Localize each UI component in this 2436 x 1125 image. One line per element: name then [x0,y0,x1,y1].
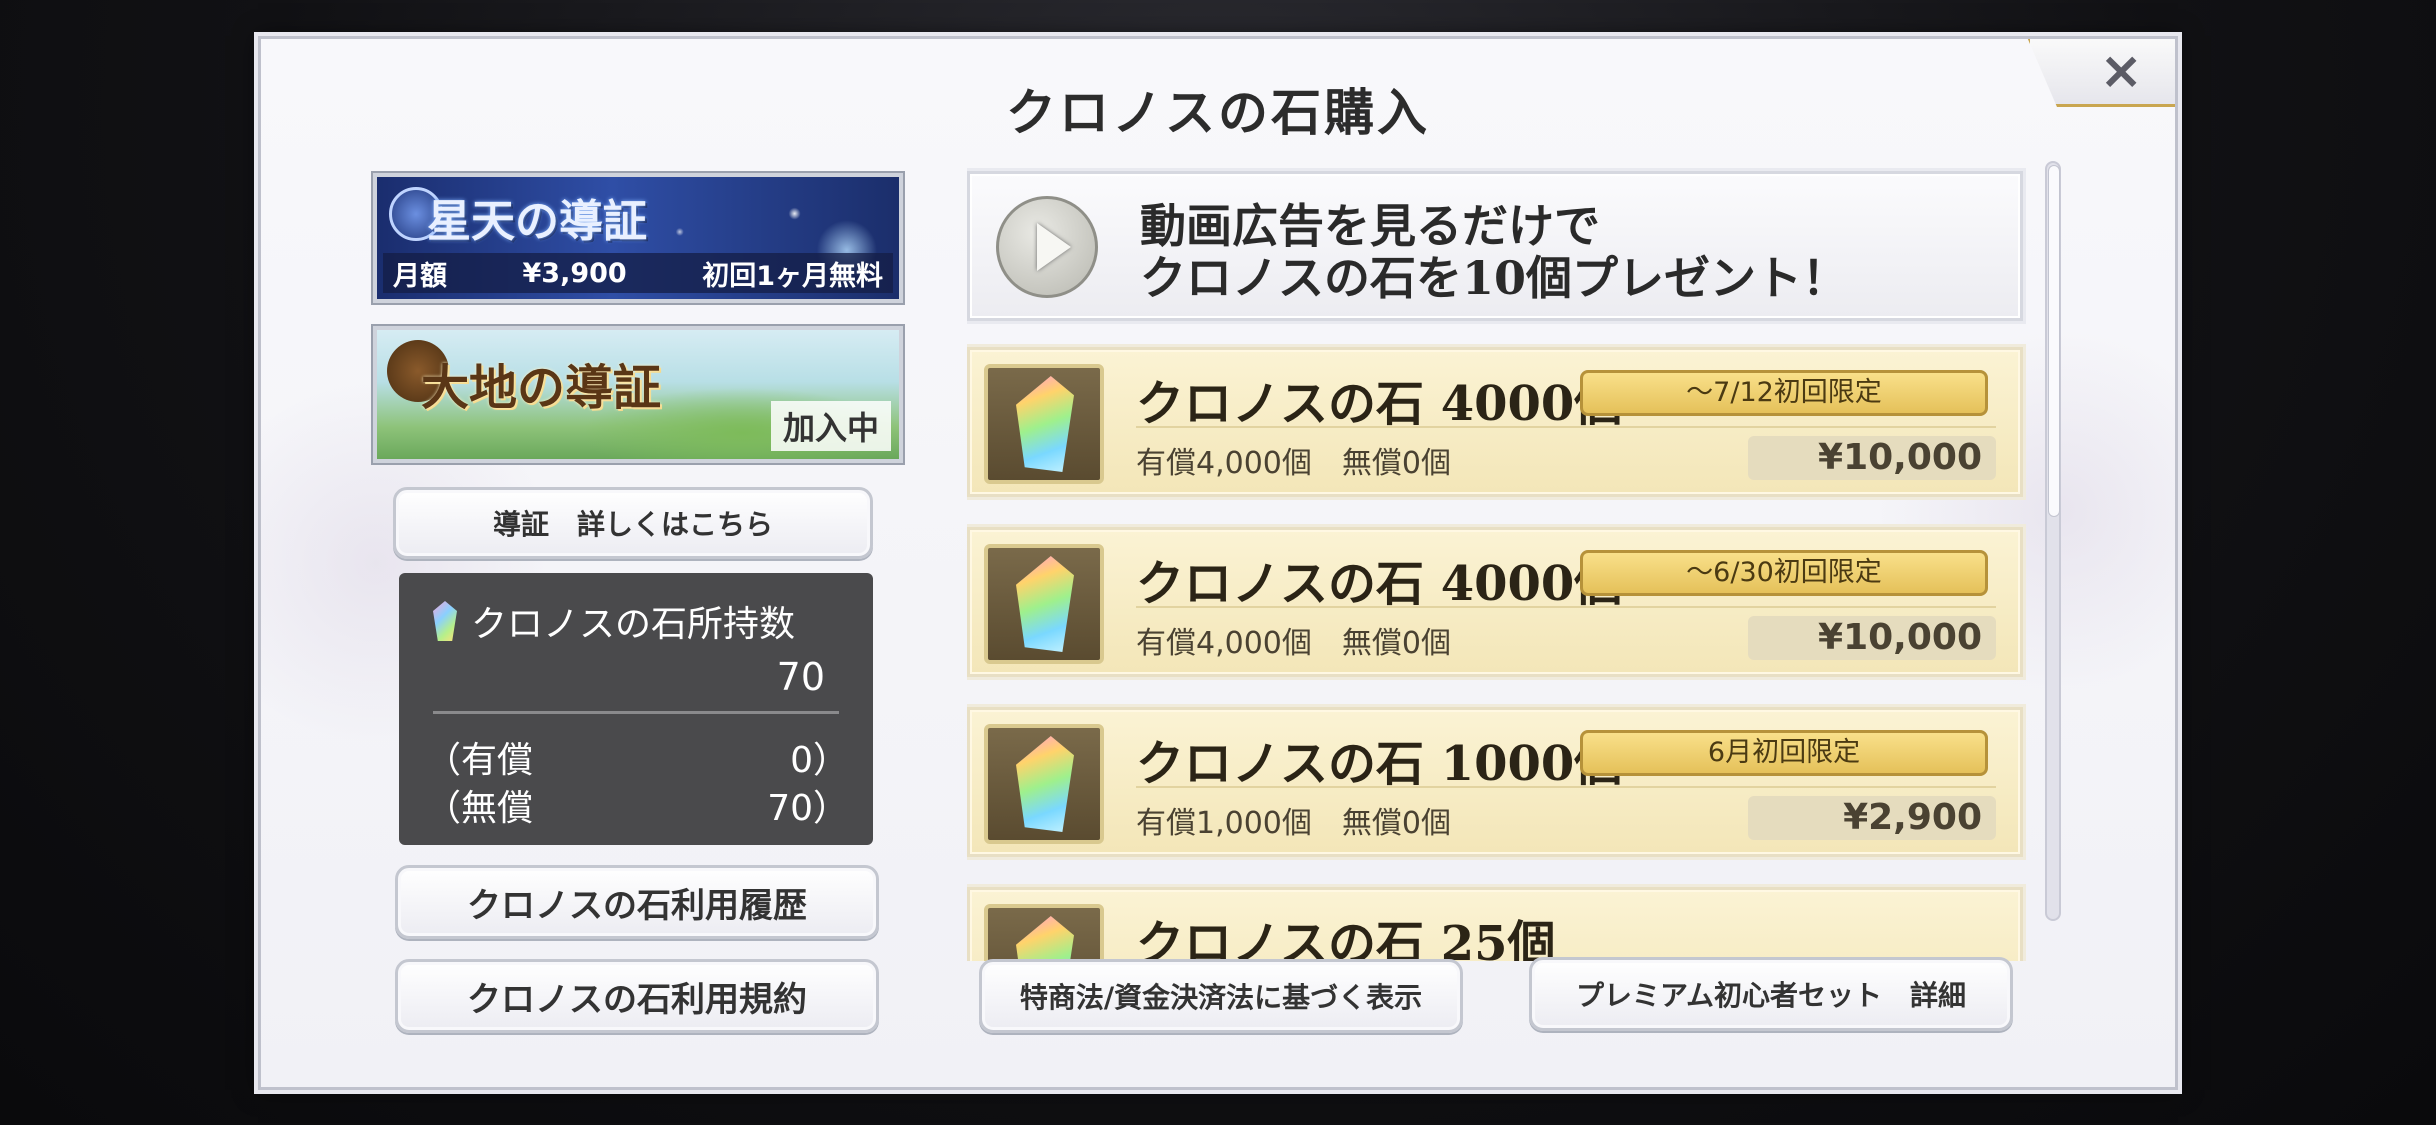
stone-thumbnail [984,904,1104,961]
product-price: ¥10,000 [1748,436,1996,480]
video-ad-card[interactable]: 動画広告を見るだけで クロノスの石を10個プレゼント！ [967,171,2023,321]
usage-history-button[interactable]: クロノスの石利用履歴 [395,865,879,939]
product-item[interactable]: クロノスの石 25個 [967,887,2023,961]
stone-balance-label: クロノスの石所持数 [471,604,796,645]
product-divider [1136,786,1996,788]
crystal-icon [433,601,457,641]
limited-badge: ～7/12初回限定 [1580,370,1988,416]
stone-balance-panel: クロノスの石所持数 70 （有償 0） （無償 70） [399,573,873,845]
product-list[interactable]: 動画広告を見るだけで クロノスの石を10個プレゼント！ クロノスの石 4000個… [967,161,2029,961]
product-breakdown: 有償4,000個 無償0個 [1136,626,1451,661]
earth-pass-banner[interactable]: 大地の導証 加入中 [373,326,903,463]
free-label: （無償 [425,788,534,829]
star-pass-banner[interactable]: 星天の導証 月額 ¥3,900 初回1ヶ月無料 [373,173,903,303]
limited-badge: ～6/30初回限定 [1580,550,1988,596]
pass-details-button[interactable]: 導証 詳しくはこちら [393,487,873,559]
product-price: ¥10,000 [1748,616,1996,660]
product-breakdown: 有償4,000個 無償0個 [1136,446,1451,481]
dialog-title: クロノスの石購入 [1006,83,1430,142]
stone-balance-header: クロノスの石所持数 [433,595,795,647]
play-icon [996,196,1098,298]
stone-total: 70 [776,655,825,699]
product-name: クロノスの石 1000個 [1136,736,1623,792]
product-name: クロノスの石 4000個 [1136,376,1623,432]
stone-thumbnail [984,724,1104,844]
product-item[interactable]: クロノスの石 1000個 6月初回限定 有償1,000個 無償0個 ¥2,900 [967,707,2023,857]
scrollbar-thumb[interactable] [2048,165,2060,517]
free-stones-row: （無償 70） [425,779,849,831]
trial-label: 初回1ヶ月無料 [702,260,883,292]
product-item[interactable]: クロノスの石 4000個 ～7/12初回限定 有償4,000個 無償0個 ¥10… [967,347,2023,497]
paid-stones-row: （有償 0） [425,731,849,783]
star-pass-title: 星天の導証 [427,196,647,247]
paid-label: （有償 [425,740,534,781]
video-ad-line1: 動画広告を見るだけで [1140,199,1600,253]
product-divider [1136,606,1996,608]
star-pass-info: 月額 ¥3,900 初回1ヶ月無料 [383,253,893,293]
subscribed-badge: 加入中 [770,401,891,451]
paid-value: 0） [790,740,849,781]
product-name: クロノスの石 4000個 [1136,556,1623,612]
close-icon: × [2099,41,2143,101]
product-price: ¥2,900 [1748,796,1996,840]
list-scrollbar[interactable] [2045,161,2061,921]
premium-beginner-set-button[interactable]: プレミアム初心者セット 詳細 [1529,957,2013,1031]
stone-thumbnail [984,364,1104,484]
crystal-icon [1016,556,1074,652]
earth-pass-title: 大地の導証 [421,360,662,416]
product-breakdown: 有償1,000個 無償0個 [1136,806,1451,841]
free-value: 70） [767,788,849,829]
crystal-icon [1016,736,1074,832]
crystal-icon [1016,916,1074,961]
legal-notice-button[interactable]: 特商法/資金決済法に基づく表示 [979,959,1463,1033]
purchase-dialog: クロノスの石購入 × 星天の導証 月額 ¥3,900 初回1ヶ月無料 大地の導証… [258,36,2178,1090]
balance-divider [433,711,839,714]
video-ad-text: 動画広告を見るだけで クロノスの石を10個プレゼント！ [1140,200,1848,304]
product-name: クロノスの石 25個 [1136,916,1556,961]
limited-badge: 6月初回限定 [1580,730,1988,776]
terms-of-use-button[interactable]: クロノスの石利用規約 [395,959,879,1033]
monthly-label: 月額 [393,260,447,292]
stone-thumbnail [984,544,1104,664]
video-ad-line2: クロノスの石を10個プレゼント！ [1140,251,1849,305]
product-item[interactable]: クロノスの石 4000個 ～6/30初回限定 有償4,000個 無償0個 ¥10… [967,527,2023,677]
monthly-price: ¥3,900 [522,257,627,289]
crystal-icon [1016,376,1074,472]
product-divider [1136,426,1996,428]
